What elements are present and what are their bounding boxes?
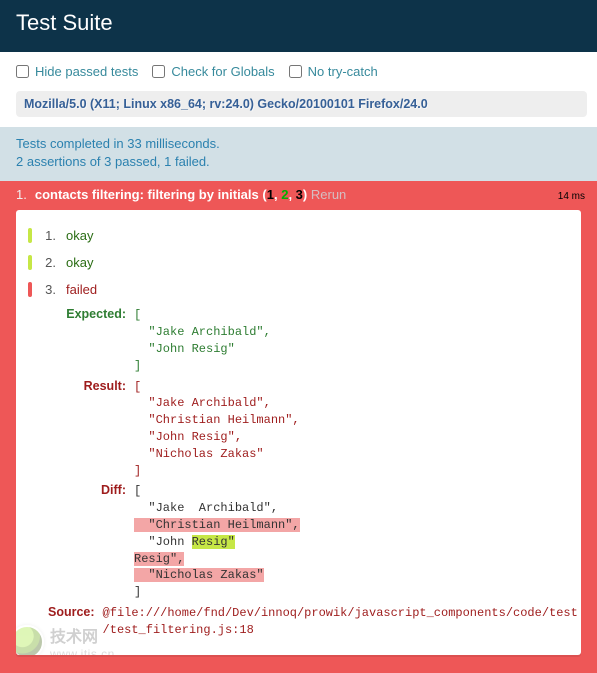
watermark-url: www.itjs.cn	[50, 647, 115, 655]
diff-added: Resig"	[192, 535, 235, 549]
summary-line-1: Tests completed in 33 milliseconds.	[16, 135, 587, 153]
assertion-row: 1. okay	[20, 222, 573, 249]
expected-label: Expected:	[48, 307, 126, 321]
diff-removed: "Nicholas Zakas"	[134, 568, 264, 582]
diff-removed: "Christian Heilmann",	[134, 518, 300, 532]
check-globals-label: Check for Globals	[171, 64, 274, 79]
test-index: 1.	[16, 187, 27, 202]
no-trycatch-label: No try-catch	[308, 64, 378, 79]
page-title: Test Suite	[0, 0, 597, 52]
source-value: @file:///home/fnd/Dev/innoq/prowik/javas…	[103, 605, 578, 639]
qunit-banner: Hide passed tests Check for Globals No t…	[0, 52, 597, 127]
watermark-logo-icon	[16, 625, 44, 655]
assertion-message: okay	[66, 255, 93, 270]
check-globals-checkbox[interactable]: Check for Globals	[152, 64, 274, 79]
hide-passed-checkbox[interactable]: Hide passed tests	[16, 64, 138, 79]
source-label: Source:	[48, 605, 95, 619]
fail-details: Expected: [ "Jake Archibald", "John Resi…	[20, 307, 573, 640]
hide-passed-input[interactable]	[16, 65, 29, 78]
diff-value: [ "Jake Archibald", "Christian Heilmann"…	[134, 483, 300, 601]
no-trycatch-input[interactable]	[289, 65, 302, 78]
test-runtime: 14 ms	[558, 191, 585, 202]
assertion-index: 2.	[42, 255, 56, 270]
result-value: [ "Jake Archibald", "Christian Heilmann"…	[134, 379, 300, 480]
assertion-index: 3.	[42, 282, 56, 297]
test-output-panel: 1. okay 2. okay 3. failed Expected: [ "J…	[16, 210, 581, 654]
status-bar-pass-icon	[28, 255, 32, 270]
assertion-list: 1. okay 2. okay 3. failed	[20, 222, 573, 303]
test-result-summary: Tests completed in 33 milliseconds. 2 as…	[0, 127, 597, 181]
useragent: Mozilla/5.0 (X11; Linux x86_64; rv:24.0)…	[16, 91, 587, 117]
summary-line-2: 2 assertions of 3 passed, 1 failed.	[16, 153, 587, 171]
assertion-index: 1.	[42, 228, 56, 243]
test-counts: (1, 2, 3)	[262, 187, 310, 202]
status-bar-fail-icon	[28, 282, 32, 297]
toolbar: Hide passed tests Check for Globals No t…	[16, 64, 587, 79]
watermark: 技术网 www.itjs.cn	[16, 623, 115, 655]
check-globals-input[interactable]	[152, 65, 165, 78]
hide-passed-label: Hide passed tests	[35, 64, 138, 79]
status-bar-pass-icon	[28, 228, 32, 243]
test-title: contacts filtering: filtering by initial…	[35, 187, 259, 202]
assertion-row: 2. okay	[20, 249, 573, 276]
assertion-message: okay	[66, 228, 93, 243]
result-label: Result:	[48, 379, 126, 393]
assertion-row: 3. failed	[20, 276, 573, 303]
no-trycatch-checkbox[interactable]: No try-catch	[289, 64, 378, 79]
watermark-text: 技术网	[50, 623, 115, 647]
expected-value: [ "Jake Archibald", "John Resig" ]	[134, 307, 271, 374]
assertion-message: failed	[66, 282, 97, 297]
rerun-link[interactable]: Rerun	[311, 187, 346, 202]
test-list: 1. contacts filtering: filtering by init…	[0, 181, 597, 672]
diff-label: Diff:	[48, 483, 126, 497]
test-header[interactable]: 1. contacts filtering: filtering by init…	[0, 181, 597, 210]
